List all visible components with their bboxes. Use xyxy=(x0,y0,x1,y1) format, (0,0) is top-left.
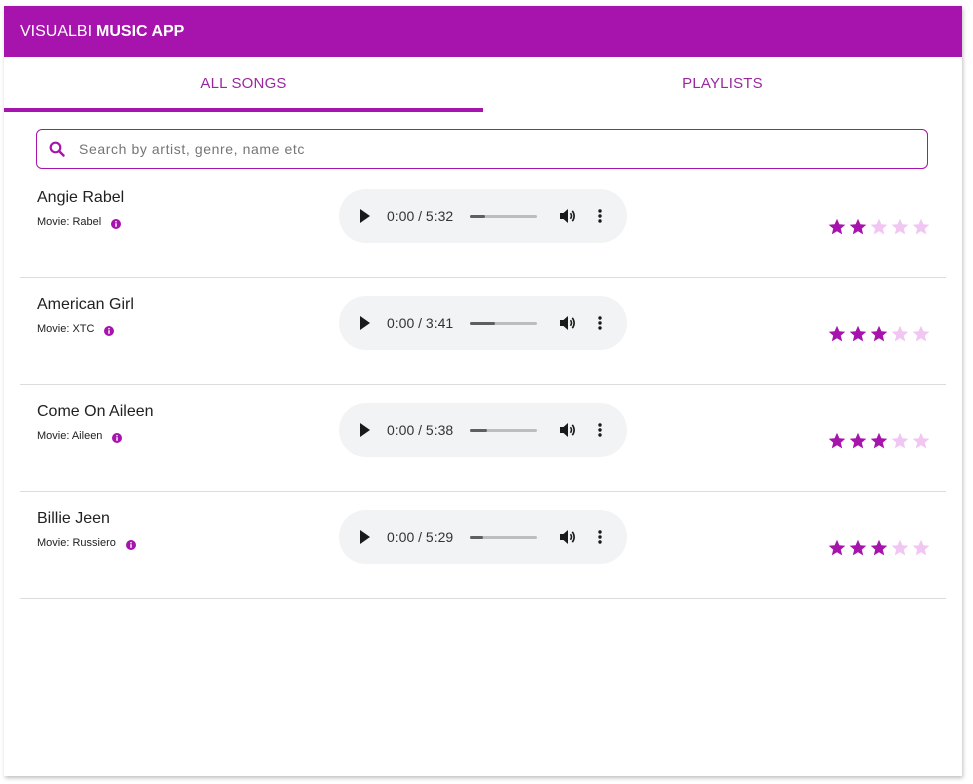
seek-progress xyxy=(470,215,485,218)
star-icon[interactable] xyxy=(828,218,846,236)
song-name: Angie Rabel xyxy=(37,189,125,206)
star-icon[interactable] xyxy=(870,539,888,557)
seek-bar[interactable] xyxy=(470,429,537,432)
star-icon[interactable] xyxy=(870,218,888,236)
star-rating xyxy=(828,432,930,450)
tab-playlists[interactable]: PLAYLISTS xyxy=(483,57,962,112)
volume-icon[interactable] xyxy=(559,528,577,551)
volume-icon[interactable] xyxy=(559,421,577,444)
time-display: 0:00 / 5:32 xyxy=(387,208,454,224)
info-icon[interactable] xyxy=(112,433,123,443)
song-movie: Movie: Russiero xyxy=(37,537,136,550)
movie-label: Movie: Rabel xyxy=(37,216,102,228)
audio-player: 0:00 / 5:32 xyxy=(339,189,627,243)
star-rating xyxy=(828,539,930,557)
seek-bar[interactable] xyxy=(470,536,537,539)
volume-icon[interactable] xyxy=(559,207,577,230)
song-name: Billie Jeen xyxy=(37,510,110,527)
play-icon[interactable] xyxy=(359,423,371,442)
app-title: MUSIC APP xyxy=(96,22,185,40)
star-icon[interactable] xyxy=(828,325,846,343)
star-icon[interactable] xyxy=(849,539,867,557)
star-icon[interactable] xyxy=(891,539,909,557)
tab-bar: ALL SONGS PLAYLISTS xyxy=(4,57,962,112)
active-tab-indicator xyxy=(4,108,483,112)
app-brand: VISUALBI xyxy=(20,22,93,40)
star-icon[interactable] xyxy=(891,325,909,343)
search-box xyxy=(36,129,928,169)
song-row: Come On Aileen Movie: Aileen 0:00 / 5:38 xyxy=(20,384,946,492)
star-icon[interactable] xyxy=(891,432,909,450)
star-icon[interactable] xyxy=(870,325,888,343)
audio-player: 0:00 / 5:38 xyxy=(339,403,627,457)
movie-label: Movie: Aileen xyxy=(37,430,103,442)
app-bar: VISUALBI MUSIC APP xyxy=(4,6,962,57)
info-icon[interactable] xyxy=(104,326,115,336)
play-icon[interactable] xyxy=(359,530,371,549)
time-display: 0:00 / 5:38 xyxy=(387,422,454,438)
song-name: American Girl xyxy=(37,296,134,313)
song-movie: Movie: Aileen xyxy=(37,430,123,443)
star-icon[interactable] xyxy=(849,432,867,450)
song-movie: Movie: XTC xyxy=(37,323,115,336)
star-rating xyxy=(828,325,930,343)
play-icon[interactable] xyxy=(359,316,371,335)
song-row: Angie Rabel Movie: Rabel 0:00 / 5:32 xyxy=(20,170,946,278)
info-icon[interactable] xyxy=(111,219,122,229)
star-icon[interactable] xyxy=(828,539,846,557)
search-icon xyxy=(37,141,77,157)
seek-progress xyxy=(470,322,495,325)
more-vert-icon[interactable] xyxy=(597,207,603,230)
seek-bar[interactable] xyxy=(470,215,537,218)
star-icon[interactable] xyxy=(849,325,867,343)
time-display: 0:00 / 5:29 xyxy=(387,529,454,545)
song-name: Come On Aileen xyxy=(37,403,154,420)
audio-player: 0:00 / 5:29 xyxy=(339,510,627,564)
star-rating xyxy=(828,218,930,236)
star-icon[interactable] xyxy=(912,218,930,236)
star-icon[interactable] xyxy=(891,218,909,236)
star-icon[interactable] xyxy=(828,432,846,450)
star-icon[interactable] xyxy=(849,218,867,236)
more-vert-icon[interactable] xyxy=(597,314,603,337)
star-icon[interactable] xyxy=(912,432,930,450)
play-icon[interactable] xyxy=(359,209,371,228)
movie-label: Movie: Russiero xyxy=(37,537,116,549)
song-row: Billie Jeen Movie: Russiero 0:00 / 5:29 xyxy=(20,491,946,599)
movie-label: Movie: XTC xyxy=(37,323,95,335)
time-display: 0:00 / 3:41 xyxy=(387,315,454,331)
search-input[interactable] xyxy=(77,140,927,158)
seek-progress xyxy=(470,429,487,432)
star-icon[interactable] xyxy=(870,432,888,450)
song-movie: Movie: Rabel xyxy=(37,216,122,229)
seek-bar[interactable] xyxy=(470,322,537,325)
star-icon[interactable] xyxy=(912,325,930,343)
volume-icon[interactable] xyxy=(559,314,577,337)
tab-all-songs[interactable]: ALL SONGS xyxy=(4,57,483,112)
more-vert-icon[interactable] xyxy=(597,528,603,551)
app-window: VISUALBI MUSIC APP ALL SONGS PLAYLISTS A… xyxy=(4,6,962,776)
song-row: American Girl Movie: XTC 0:00 / 3:41 xyxy=(20,277,946,385)
star-icon[interactable] xyxy=(912,539,930,557)
info-icon[interactable] xyxy=(125,540,136,550)
audio-player: 0:00 / 3:41 xyxy=(339,296,627,350)
seek-progress xyxy=(470,536,484,539)
more-vert-icon[interactable] xyxy=(597,421,603,444)
